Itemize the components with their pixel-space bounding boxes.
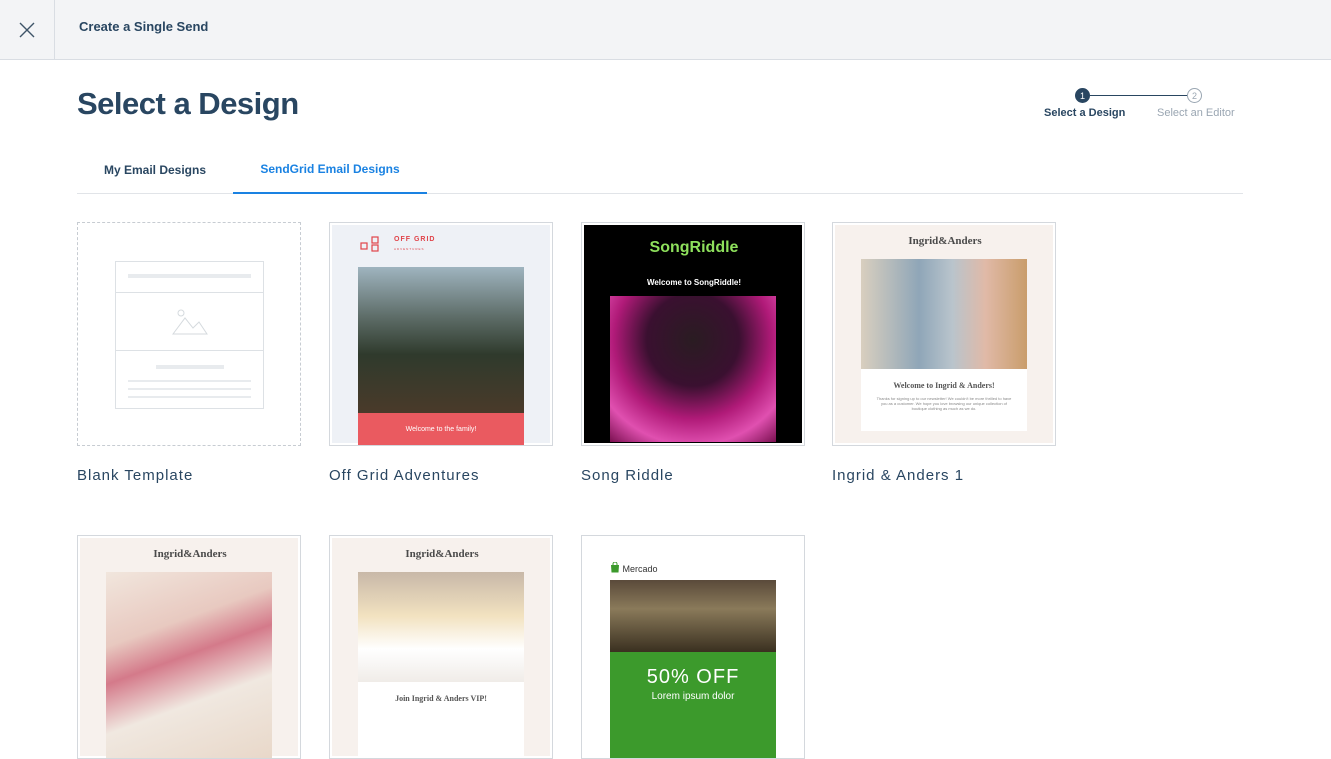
close-icon [19, 22, 35, 37]
stepper: 1 2 Select a Design Select an Editor [1040, 86, 1245, 126]
design-label: Song Riddle [581, 467, 674, 484]
design-label: Off Grid Adventures [329, 467, 480, 484]
gift-box-photo [106, 572, 272, 758]
model-photo [358, 572, 524, 682]
boutique-photo [861, 259, 1027, 369]
design-thumbnail[interactable]: OFF GRID ADVENTURES Welcome to the famil… [329, 222, 553, 446]
close-button[interactable] [0, 0, 55, 59]
ingrid-anders-logo: Ingrid&Anders [908, 235, 982, 247]
step-connector [1090, 95, 1187, 96]
design-thumbnail[interactable] [77, 222, 301, 446]
thumb-text-block: Welcome to Ingrid & Anders! Thanks for s… [861, 369, 1027, 431]
tab-my-email-designs[interactable]: My Email Designs [77, 145, 233, 194]
design-thumbnail[interactable]: Mercado 50% OFF Lorem ipsum dolor [581, 535, 805, 759]
songriddle-logo: SongRiddle [649, 239, 739, 256]
top-bar: Create a Single Send [0, 0, 1331, 60]
topbar-title: Create a Single Send [79, 19, 209, 34]
design-thumbnail[interactable]: SongRiddle Welcome to SongRiddle! [581, 222, 805, 446]
design-label: Blank Template [77, 467, 194, 484]
offer-block: 50% OFF Lorem ipsum dolor [610, 652, 776, 758]
grid-logo-icon [360, 236, 379, 252]
step-1-indicator: 1 [1075, 88, 1090, 103]
thumb-text-block: Join Ingrid & Anders VIP! [358, 682, 524, 758]
image-placeholder-icon [172, 309, 208, 335]
tab-sendgrid-email-designs[interactable]: SendGrid Email Designs [233, 145, 427, 194]
off-grid-logo: OFF GRID ADVENTURES [360, 235, 434, 257]
welcome-banner: Welcome to the family! [358, 413, 524, 445]
market-photo [610, 580, 776, 652]
songriddle-welcome: Welcome to SongRiddle! [646, 278, 742, 287]
design-tabs: My Email Designs SendGrid Email Designs [77, 145, 1243, 194]
shopping-bag-icon [611, 561, 619, 573]
step-1-label: Select a Design [1044, 107, 1126, 119]
step-2-indicator: 2 [1187, 88, 1202, 103]
design-thumbnail[interactable]: Ingrid&Anders Welcome to Ingrid & Anders… [832, 222, 1056, 446]
mountain-bridge-photo [358, 267, 524, 413]
ingrid-anders-logo: Ingrid&Anders [405, 548, 479, 560]
ingrid-anders-logo: Ingrid&Anders [153, 548, 227, 560]
design-thumbnail[interactable]: Ingrid&Anders Join Ingrid & Anders VIP! [329, 535, 553, 759]
design-label: Ingrid & Anders 1 [832, 467, 965, 484]
step-2-label: Select an Editor [1157, 107, 1235, 119]
pink-smoke-photo [610, 296, 776, 442]
design-thumbnail[interactable]: Ingrid&Anders [77, 535, 301, 759]
page-title: Select a Design [77, 86, 299, 121]
blank-layout-illustration [115, 261, 264, 409]
mercado-logo: Mercado [610, 561, 658, 574]
